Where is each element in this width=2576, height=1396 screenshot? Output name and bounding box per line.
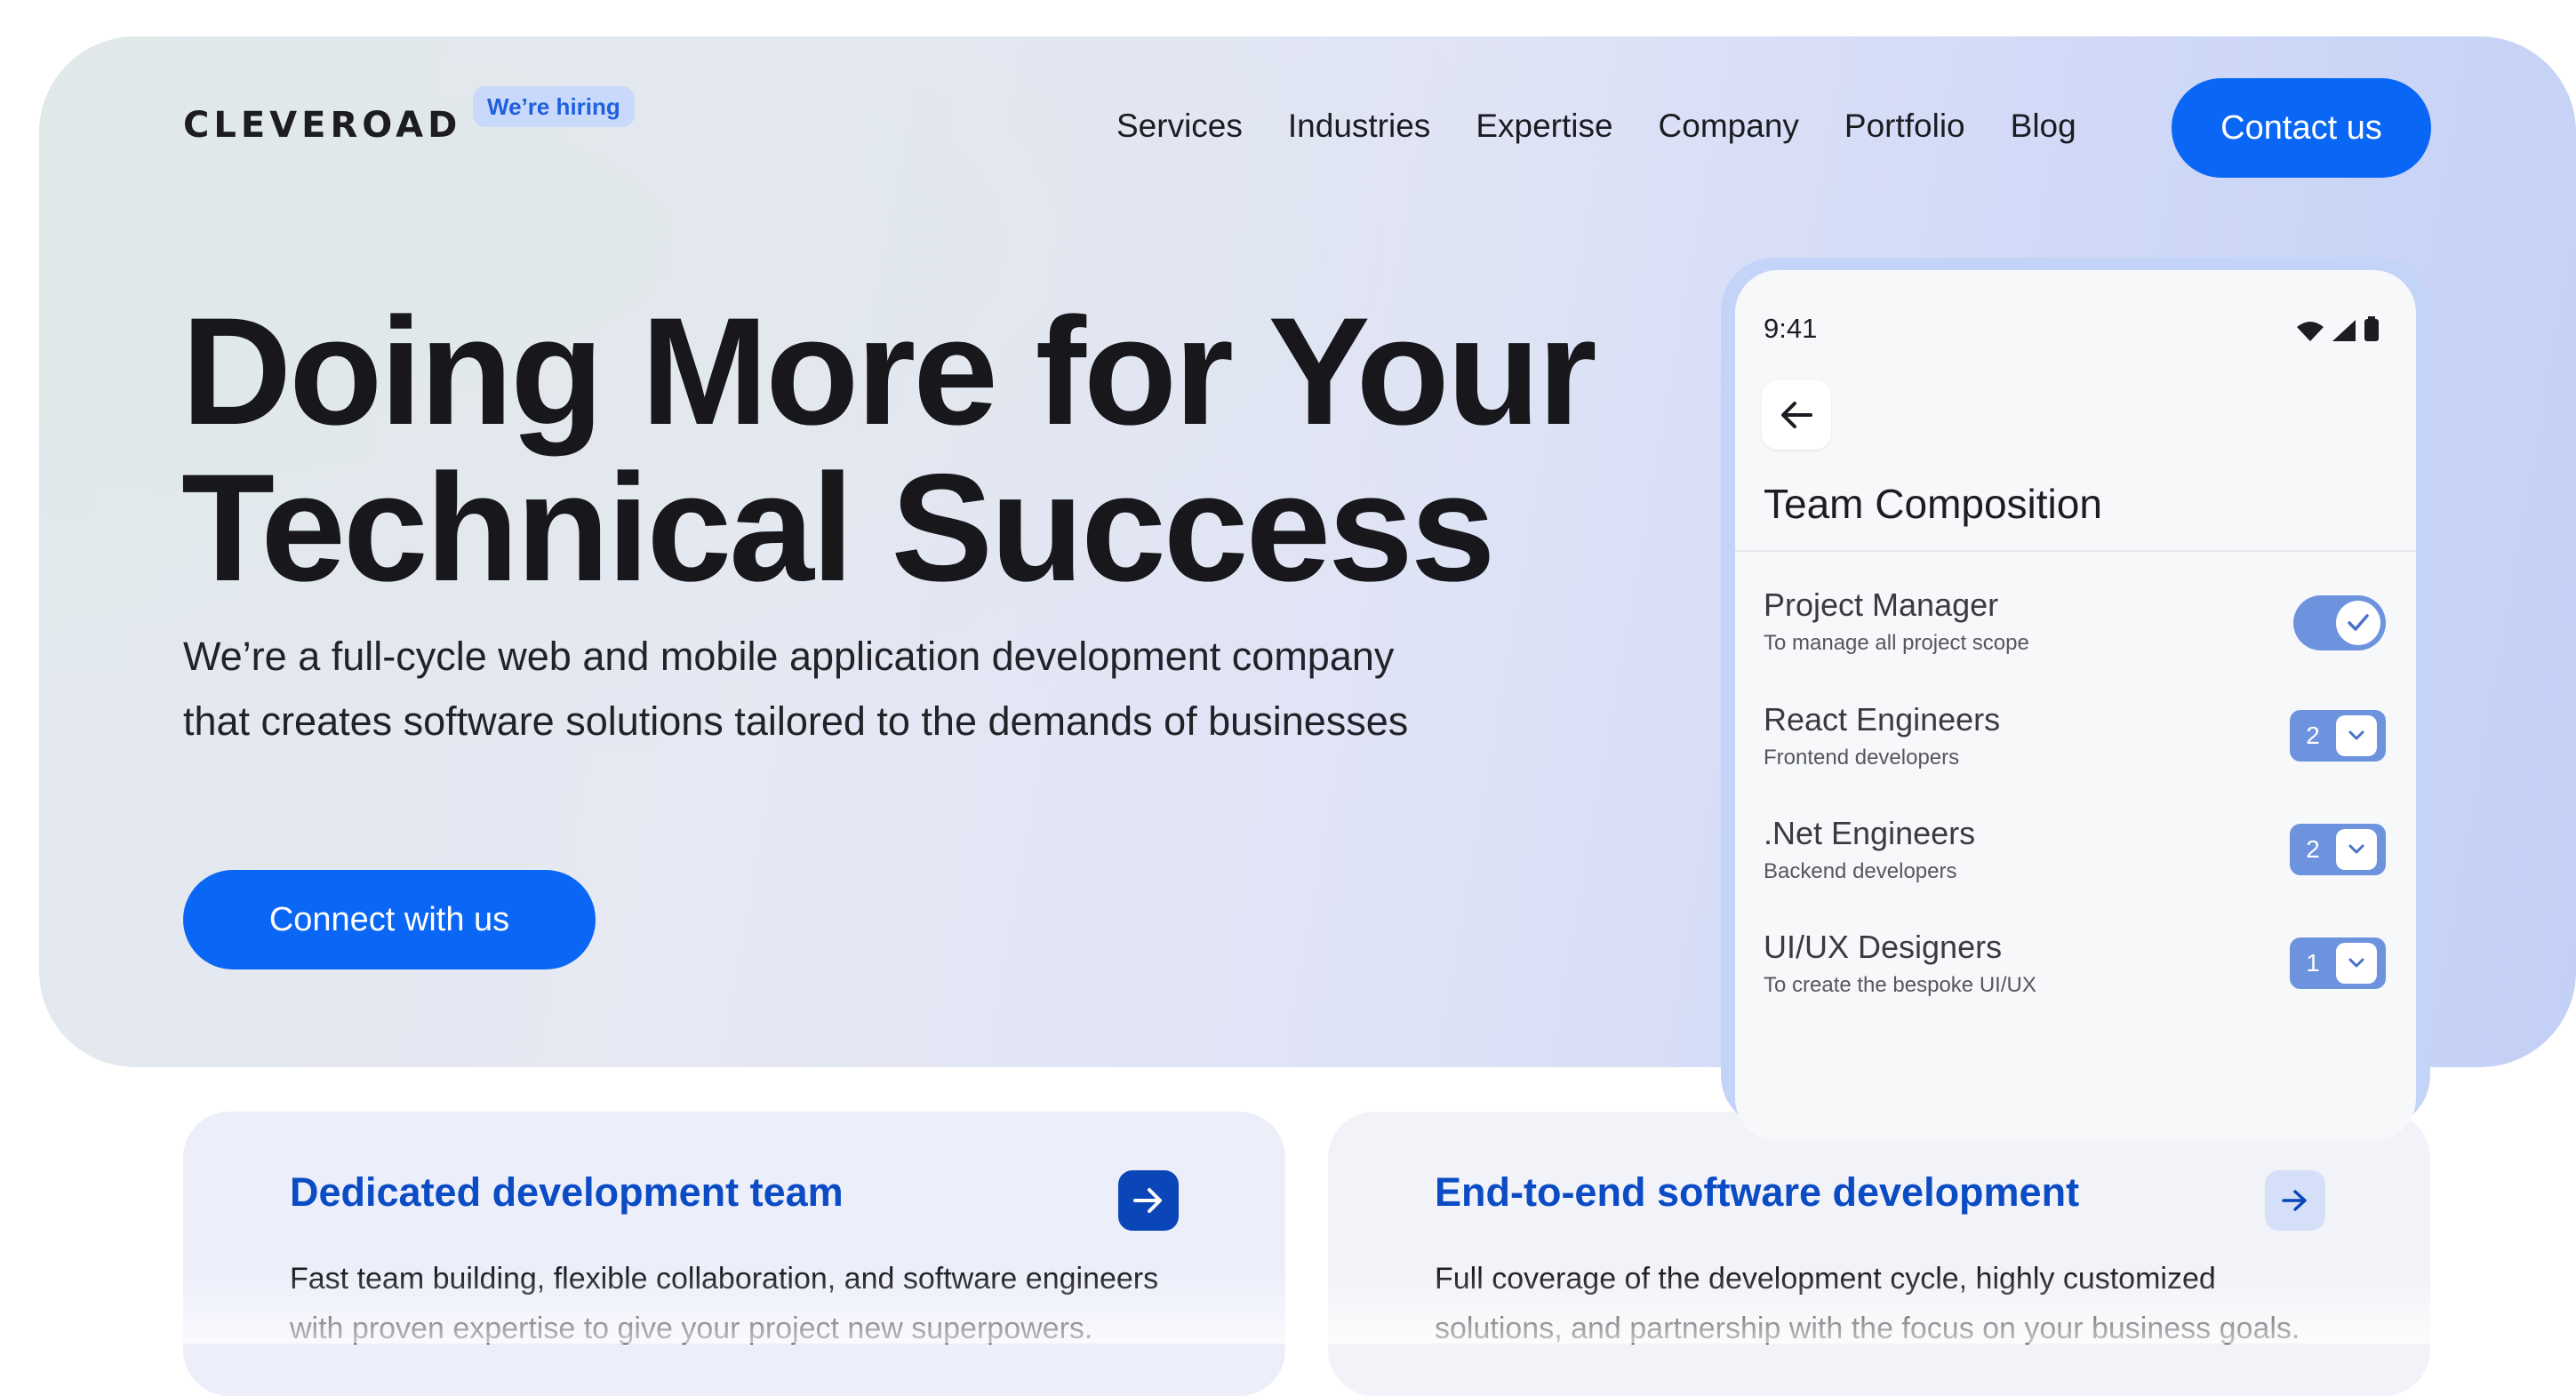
toggle-knob [2336,601,2380,645]
hero-subtitle-line-1: We’re a full-cycle web and mobile applic… [183,634,1395,679]
battery-icon [2364,316,2379,341]
select-value: 2 [2306,835,2320,863]
net-engineers-select[interactable]: 2 [2290,824,2386,875]
divider [1735,550,2416,552]
chevron-down-icon[interactable] [2336,829,2377,870]
role-name: Project Manager [1764,586,1999,623]
role-name: React Engineers [1764,701,2001,738]
contact-us-button[interactable]: Contact us [2172,78,2431,178]
role-name: .Net Engineers [1764,815,1976,851]
card-text-line-2: with proven expertise to give your proje… [290,1312,1093,1345]
chevron-down-icon[interactable] [2336,943,2377,984]
status-time: 9:41 [1764,313,1818,344]
arrow-right-icon[interactable] [2265,1170,2325,1231]
arrow-right-icon[interactable] [1118,1170,1179,1231]
uiux-designers-select[interactable]: 1 [2290,937,2386,989]
select-value: 1 [2306,949,2320,977]
connect-with-us-button[interactable]: Connect with us [183,870,596,969]
card-text-line-2: solutions, and partnership with the focu… [1435,1312,2300,1345]
card-title[interactable]: Dedicated development team [290,1169,844,1216]
nav-item-industries[interactable]: Industries [1288,108,1430,145]
role-description: To manage all project scope [1764,631,2029,655]
hero-subtitle-line-2: that creates software solutions tailored… [183,698,1409,744]
card-description: Fast team building, flexible collaborati… [290,1254,1232,1353]
main-nav: Services Industries Expertise Company Po… [1116,108,2122,145]
wifi-icon [2297,322,2324,341]
card-dedicated-team[interactable]: Dedicated development team Fast team bui… [183,1112,1285,1396]
logo[interactable]: CLEVEROAD [183,105,461,146]
nav-item-expertise[interactable]: Expertise [1476,108,1612,145]
card-text-line-1: Full coverage of the development cycle, … [1435,1262,2216,1296]
card-end-to-end[interactable]: End-to-end software development Full cov… [1328,1112,2430,1396]
phone-screen: 9:41 Team Composition Project Manager To… [1735,270,2416,1141]
hero-subtitle: We’re a full-cycle web and mobile applic… [183,624,1570,754]
card-title[interactable]: End-to-end software development [1435,1169,2079,1216]
hero-title-line-1: Doing More for Your [181,286,1597,457]
chevron-down-icon[interactable] [2336,715,2377,756]
role-row: Project Manager To manage all project sc… [1764,586,2386,675]
status-icons [2297,316,2379,341]
role-row: UI/UX Designers To create the bespoke UI… [1764,929,2386,1017]
card-text-line-1: Fast team building, flexible collaborati… [290,1262,1159,1296]
nav-item-portfolio[interactable]: Portfolio [1844,108,1965,145]
hiring-badge[interactable]: We’re hiring [473,86,635,127]
card-description: Full coverage of the development cycle, … [1435,1254,2377,1353]
react-engineers-select[interactable]: 2 [2290,710,2386,762]
arrow-left-icon [1781,402,1812,428]
nav-item-company[interactable]: Company [1659,108,1799,145]
role-description: To create the bespoke UI/UX [1764,973,2036,997]
nav-item-blog[interactable]: Blog [2011,108,2076,145]
hero-title: Doing More for Your Technical Success [181,293,1604,606]
role-description: Frontend developers [1764,746,1960,770]
role-description: Backend developers [1764,859,1957,883]
role-row: .Net Engineers Backend developers 2 [1764,815,2386,904]
select-value: 2 [2306,722,2320,749]
nav-item-services[interactable]: Services [1116,108,1243,145]
phone-title: Team Composition [1764,481,2102,527]
role-name: UI/UX Designers [1764,929,2003,965]
signal-icon [2332,320,2356,341]
back-button[interactable] [1762,380,1831,450]
role-row: React Engineers Frontend developers 2 [1764,701,2386,790]
phone-mockup: 9:41 Team Composition Project Manager To… [1721,258,2430,1141]
check-icon [2348,614,2369,631]
hero-title-line-2: Technical Success [181,443,1495,613]
project-manager-toggle[interactable] [2293,595,2386,650]
